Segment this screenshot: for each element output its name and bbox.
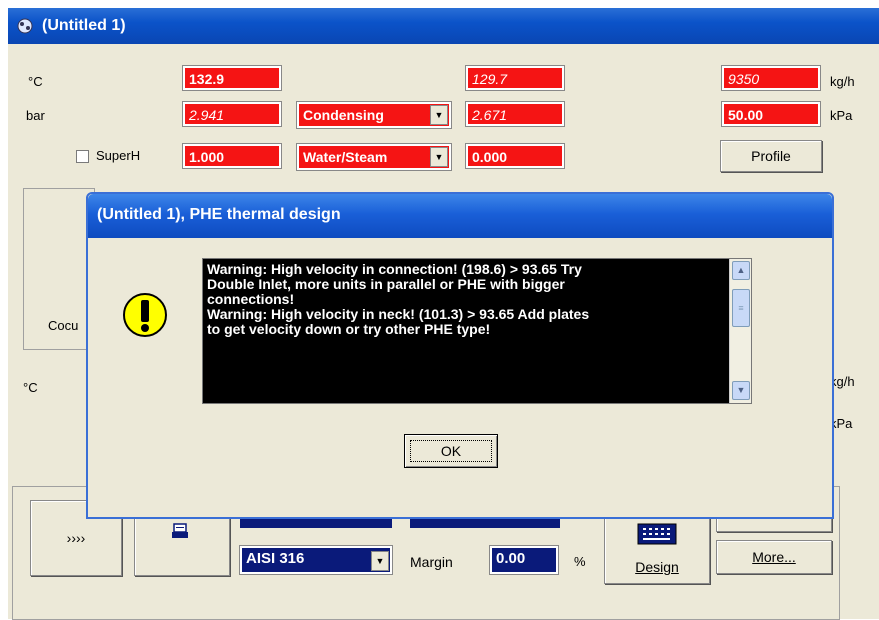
phase-select[interactable]: Condensing ▼ [297, 102, 451, 128]
message-scrollbar[interactable]: ▲ ≡ ▼ [729, 259, 751, 403]
temp-out-field[interactable]: 129.7 [466, 66, 564, 90]
printer-icon [172, 523, 188, 538]
unit-celsius-label-2: °C [23, 380, 38, 395]
ok-button[interactable]: OK [404, 434, 498, 468]
margin-field[interactable]: 0.00 [490, 546, 558, 574]
chevron-down-icon[interactable]: ▼ [371, 551, 389, 571]
unit-celsius-label: °C [28, 74, 43, 89]
scroll-up-button[interactable]: ▲ [732, 261, 750, 280]
ok-button-label: OK [410, 440, 492, 462]
warning-dialog: (Untitled 1), PHE thermal design Warning… [86, 192, 834, 519]
margin-unit-label: % [574, 554, 586, 569]
unit-kpa-label: kPa [830, 108, 853, 123]
profile-button[interactable]: Profile [720, 140, 822, 172]
unit-bar-label: bar [26, 108, 45, 123]
unit-kgh-label: kg/h [830, 74, 855, 89]
temp-in-field[interactable]: 132.9 [183, 66, 281, 90]
scroll-thumb[interactable]: ≡ [732, 289, 750, 327]
fluid-select[interactable]: Water/Steam ▼ [297, 144, 451, 170]
dialog-titlebar[interactable]: (Untitled 1), PHE thermal design [88, 194, 832, 238]
message-box[interactable]: Warning: High velocity in connection! (1… [202, 258, 752, 404]
quality-field[interactable]: 1.000 [183, 144, 281, 168]
flow-field[interactable]: 9350 [722, 66, 820, 90]
material-select-value: AISI 316 [246, 550, 305, 567]
app-icon [17, 18, 33, 34]
main-titlebar[interactable]: (Untitled 1) [8, 8, 879, 44]
margin-label: Margin [410, 554, 453, 570]
chevron-down-icon[interactable]: ▼ [430, 105, 448, 125]
pressure-drop-field[interactable]: 50.00 [722, 102, 820, 126]
more-button[interactable]: More... [716, 540, 832, 574]
scroll-down-button[interactable]: ▼ [732, 381, 750, 400]
pressure-in-field[interactable]: 2.941 [183, 102, 281, 126]
quality-out-field[interactable]: 0.000 [466, 144, 564, 168]
material-select[interactable]: AISI 316 ▼ [240, 546, 392, 574]
partial-label: Cocu [48, 318, 79, 333]
chevron-down-icon[interactable]: ▼ [430, 147, 448, 167]
pressure-out-field[interactable]: 2.671 [466, 102, 564, 126]
phase-select-value: Condensing [303, 107, 384, 123]
keypad-icon [637, 523, 677, 545]
dialog-title: (Untitled 1), PHE thermal design [97, 206, 341, 223]
exclamation-icon [123, 293, 167, 337]
superh-checkbox[interactable] [76, 150, 89, 163]
window-title: (Untitled 1) [42, 17, 126, 34]
design-button-label: Design [635, 559, 679, 575]
design-button[interactable]: Design [604, 516, 710, 584]
more-button-label: More... [752, 549, 796, 565]
superh-label: SuperH [96, 148, 141, 163]
fluid-select-value: Water/Steam [303, 149, 388, 165]
warning-message: Warning: High velocity in connection! (1… [207, 261, 590, 337]
